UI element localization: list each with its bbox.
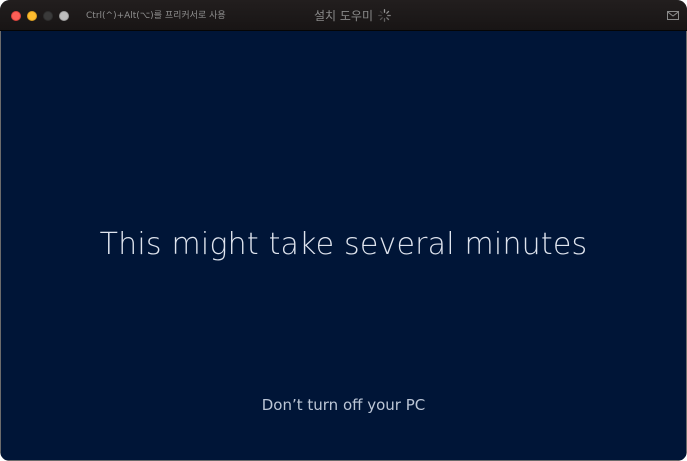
vm-window: Ctrl(^)+Alt(⌥)를 프리커서로 사용 설치 도우미 This mig… [0,0,687,461]
close-window-button[interactable] [11,11,21,21]
setup-progress-headline: This might take several minutes [99,227,588,262]
fullscreen-window-button[interactable] [59,11,69,21]
minimize-window-button[interactable] [27,11,37,21]
mail-icon[interactable] [667,11,679,20]
title-bar[interactable]: Ctrl(^)+Alt(⌥)를 프리커서로 사용 설치 도우미 [0,0,687,31]
loading-spinner-icon [378,9,391,22]
zoom-window-button[interactable] [43,11,53,21]
setup-warning-text: Don’t turn off your PC [261,396,426,414]
window-title: 설치 도우미 [314,9,374,23]
setup-screen[interactable]: This might take several minutes Don’t tu… [1,31,686,460]
keyboard-precursor-hint: Ctrl(^)+Alt(⌥)를 프리커서로 사용 [86,11,226,21]
